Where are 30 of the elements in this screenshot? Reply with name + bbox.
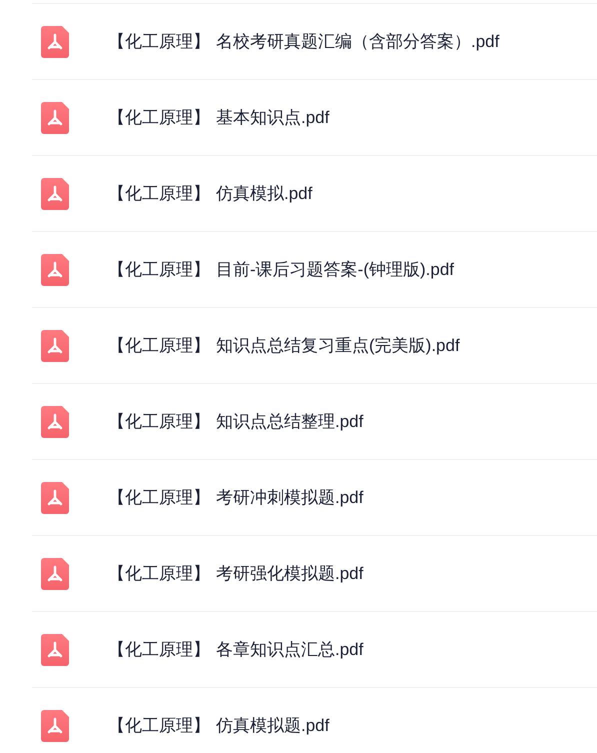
file-category: 【化工原理】 [108, 486, 210, 509]
pdf-file-icon [41, 102, 69, 134]
file-name-link[interactable]: 名校考研真题汇编（含部分答案）.pdf [216, 28, 500, 54]
file-name-link[interactable]: 知识点总结整理.pdf [216, 408, 364, 434]
file-name-link[interactable]: 仿真模拟.pdf [216, 180, 312, 206]
file-category: 【化工原理】 [108, 182, 210, 205]
file-category: 【化工原理】 [108, 258, 210, 281]
pdf-file-icon [41, 26, 69, 58]
pdf-file-icon [41, 254, 69, 286]
file-name-link[interactable]: 考研强化模拟题.pdf [216, 560, 364, 586]
file-category: 【化工原理】 [108, 714, 210, 737]
file-category: 【化工原理】 [108, 562, 210, 585]
pdf-file-icon [41, 178, 69, 210]
pdf-file-icon [41, 330, 69, 362]
pdf-file-icon [41, 406, 69, 438]
file-name-link[interactable]: 考研冲刺模拟题.pdf [216, 484, 364, 510]
pdf-file-icon [41, 558, 69, 590]
pdf-file-icon [41, 634, 69, 666]
file-category: 【化工原理】 [108, 410, 210, 433]
file-category: 【化工原理】 [108, 334, 210, 357]
pdf-file-icon [41, 482, 69, 514]
file-name-link[interactable]: 各章知识点汇总.pdf [216, 636, 364, 662]
file-name-link[interactable]: 基本知识点.pdf [216, 104, 330, 130]
file-category: 【化工原理】 [108, 106, 210, 129]
pdf-file-icon [41, 710, 69, 742]
file-name-link[interactable]: 目前-课后习题答案-(钟理版).pdf [216, 256, 454, 282]
file-name-link[interactable]: 仿真模拟题.pdf [216, 712, 330, 738]
file-category: 【化工原理】 [108, 30, 210, 53]
file-name-link[interactable]: 知识点总结复习重点(完美版).pdf [216, 332, 460, 358]
file-category: 【化工原理】 [108, 638, 210, 661]
